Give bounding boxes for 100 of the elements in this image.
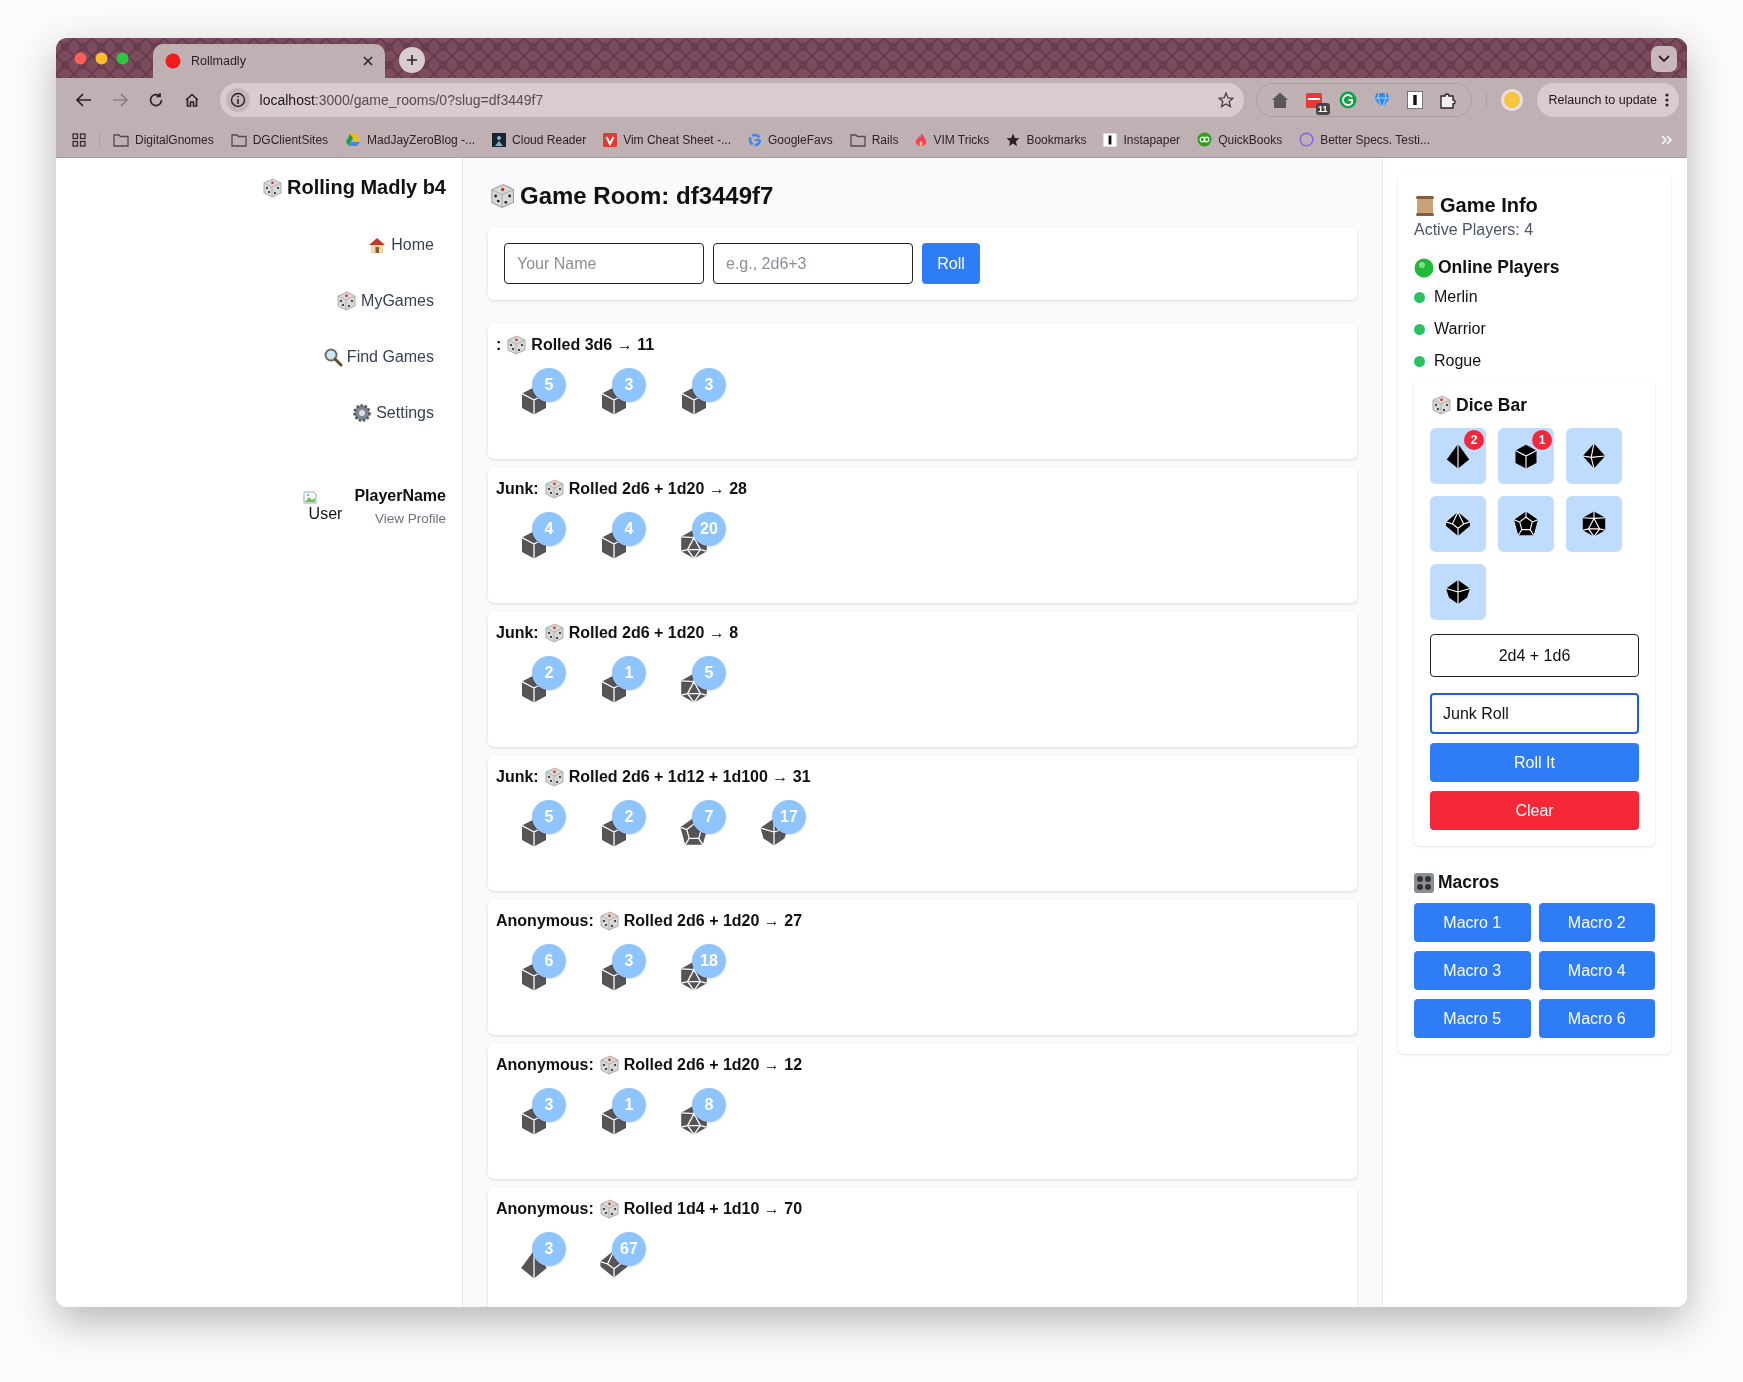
folder-icon — [230, 132, 247, 147]
die-result-badge: 7 — [692, 800, 726, 834]
section-heading: Online Players — [1438, 257, 1560, 278]
player-name: Warrior — [1434, 320, 1486, 338]
address-bar[interactable]: localhost:3000/game_rooms/0?slug=df3449f7 — [219, 83, 1244, 117]
bookmark[interactable]: Rails — [849, 132, 899, 147]
panel-heading: Game Info — [1440, 194, 1538, 217]
plus-icon — [406, 54, 418, 66]
die-button[interactable] — [1430, 496, 1486, 552]
die-button[interactable] — [1430, 564, 1486, 620]
die-result-badge: 4 — [612, 512, 646, 546]
roll-summary: Rolled 1d4 + 1d10 → 70 — [623, 1200, 803, 1218]
nav-link[interactable]: Settings — [352, 401, 434, 425]
player-name: PlayerName — [354, 487, 446, 505]
dice-icon — [261, 176, 284, 199]
double-chevron-icon — [1661, 134, 1673, 145]
die-result-badge: 6 — [532, 944, 566, 978]
dice-icon — [505, 334, 528, 356]
macro-button[interactable]: Macro 4 — [1538, 951, 1655, 990]
die-button[interactable]: 2 — [1430, 428, 1486, 484]
home-icon — [183, 92, 200, 108]
die-result-badge: 20 — [692, 512, 726, 546]
dice-icon — [488, 182, 516, 210]
notification-badge: 11 — [1316, 103, 1330, 115]
broken-image-icon — [302, 489, 319, 505]
bookmark[interactable]: GoogleFavs — [748, 132, 833, 147]
player-label: Anonymous: — [496, 912, 594, 930]
die-result-badge: 17 — [772, 800, 806, 834]
nav-link[interactable]: Find Games — [322, 345, 434, 369]
nav-link[interactable]: Home — [367, 233, 434, 257]
home-extension-icon — [1270, 91, 1289, 109]
roll-it-button[interactable]: Roll It — [1430, 743, 1639, 782]
bookmark[interactable]: Cloud Reader — [492, 132, 587, 147]
die-result-badge: 5 — [532, 368, 566, 402]
relaunch-button[interactable]: Relaunch to update — [1536, 83, 1679, 117]
bookmark[interactable]: Instapaper — [1103, 132, 1181, 147]
triangle-logo-icon — [345, 132, 362, 147]
die-result-badge: 18 — [692, 944, 726, 978]
dice-icon — [542, 478, 565, 500]
die-button[interactable] — [1566, 428, 1622, 484]
view-profile-link[interactable]: View Profile — [374, 511, 446, 526]
roll-label-field[interactable]: Junk Roll — [1430, 693, 1639, 734]
macro-button[interactable]: Macro 1 — [1414, 903, 1531, 942]
name-field[interactable]: Your Name — [504, 243, 704, 284]
bookmark[interactable]: Bookmarks — [1006, 132, 1087, 147]
gem-icon — [1372, 91, 1391, 109]
bookmark[interactable]: DGClientSites — [230, 132, 329, 147]
macro-button[interactable]: Macro 6 — [1538, 999, 1655, 1038]
nav-link[interactable]: MyGames — [335, 289, 434, 313]
reload-icon — [147, 92, 164, 108]
dice-icon — [542, 622, 565, 644]
player-label: : — [496, 336, 502, 354]
count-badge: 1 — [1532, 430, 1552, 450]
player-name: Merlin — [1434, 288, 1478, 306]
macro-button[interactable]: Macro 5 — [1414, 999, 1531, 1038]
die-result-badge: 3 — [692, 368, 726, 402]
icosahedron-die-icon — [1580, 510, 1608, 538]
formula-field[interactable]: e.g., 2d6+3 — [713, 243, 913, 284]
player-label: Junk: — [496, 480, 539, 498]
die-button[interactable]: 1 — [1498, 428, 1554, 484]
macro-button[interactable]: Macro 2 — [1538, 903, 1655, 942]
magnifier-icon — [322, 347, 343, 367]
die-button[interactable] — [1566, 496, 1622, 552]
new-tab-button[interactable] — [399, 47, 425, 73]
die-button[interactable] — [1498, 496, 1554, 552]
formula-display: 2d4 + 1d6 — [1430, 634, 1639, 677]
star-icon — [1006, 132, 1021, 147]
roll-summary: Rolled 2d6 + 1d20 → 12 — [623, 1056, 803, 1074]
bookmark[interactable]: MadJayZeroBlog -... — [345, 132, 476, 147]
macro-button[interactable]: Macro 3 — [1414, 951, 1531, 990]
die-result-badge: 2 — [612, 800, 646, 834]
player-name: Rogue — [1434, 352, 1482, 370]
browser-tab[interactable]: Rollmadly — [153, 44, 385, 78]
die-result-badge: 1 — [612, 1088, 646, 1122]
bookmark[interactable]: Vim Cheat Sheet -... — [603, 132, 731, 147]
cube-die-icon — [1512, 442, 1540, 470]
pyramid-die-icon — [1444, 442, 1472, 470]
clear-button[interactable]: Clear — [1430, 791, 1639, 830]
octahedron-die-icon — [1580, 442, 1608, 470]
roll-summary: Rolled 2d6 + 1d20 → 27 — [623, 912, 803, 930]
favicon-icon — [165, 53, 181, 69]
roll-button[interactable]: Roll — [922, 243, 980, 284]
die-result-badge: 4 — [532, 512, 566, 546]
puzzle-icon — [1438, 91, 1457, 109]
minimize-window-icon — [95, 51, 108, 65]
bookmark[interactable]: DigitalGnomes — [113, 132, 214, 147]
bookmark[interactable]: Better Specs. Testi... — [1299, 132, 1430, 147]
gear-icon — [352, 403, 373, 423]
roll-summary: Rolled 3d6 → 11 — [531, 336, 655, 354]
status-circle-icon — [1414, 257, 1434, 278]
die-result-badge: 3 — [532, 1088, 566, 1122]
scroll-icon — [1414, 194, 1436, 217]
bookmark[interactable]: VIM Tricks — [915, 131, 990, 148]
dice-icon — [1430, 394, 1452, 416]
bookmark[interactable]: QuickBooks — [1197, 132, 1283, 147]
close-icon — [363, 56, 373, 66]
tab-search-button[interactable] — [1651, 46, 1677, 72]
player-label: Junk: — [496, 624, 539, 642]
avatar-alt-text: User — [308, 505, 343, 523]
kite-die-icon — [1444, 578, 1472, 606]
